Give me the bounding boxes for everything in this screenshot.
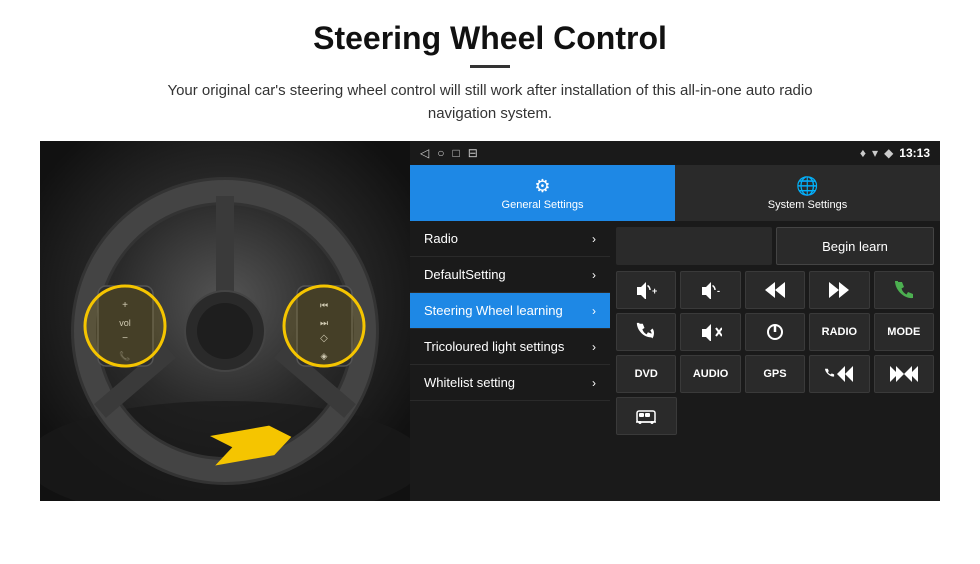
menu-item-radio-label: Radio (424, 231, 458, 246)
vol-up-button[interactable]: + (616, 271, 676, 309)
location-icon: ♦ (860, 146, 866, 160)
menu-item-whitelist-label: Whitelist setting (424, 375, 515, 390)
nav-home-icon[interactable]: ○ (437, 146, 444, 160)
android-panel: ◁ ○ □ ⊟ ♦ ▾ ◆ 13:13 ⚙ General Settings (410, 141, 940, 501)
menu-item-tricoloured-label: Tricoloured light settings (424, 339, 564, 354)
menu-item-tricoloured[interactable]: Tricoloured light settings › (410, 329, 610, 365)
menu-list: Radio › DefaultSetting › Steering Wheel … (410, 221, 610, 501)
tab-general[interactable]: ⚙ General Settings (410, 165, 675, 221)
menu-arrow-tricoloured: › (592, 340, 596, 354)
tabs-row: ⚙ General Settings 🌐 System Settings (410, 165, 940, 221)
vol-down-button[interactable]: - (680, 271, 740, 309)
general-settings-icon: ⚙ (534, 176, 550, 197)
controls-grid-row1: + - (616, 271, 934, 309)
dvd-button[interactable]: DVD (616, 355, 676, 393)
mute-button[interactable] (680, 313, 740, 351)
menu-item-default[interactable]: DefaultSetting › (410, 257, 610, 293)
system-settings-icon: 🌐 (796, 176, 818, 197)
controls-grid-row3: DVD AUDIO GPS (616, 355, 934, 393)
page-container: Steering Wheel Control Your original car… (0, 0, 980, 511)
tab-system[interactable]: 🌐 System Settings (675, 165, 940, 221)
gps-label: GPS (763, 368, 786, 380)
svg-text:+: + (652, 286, 657, 296)
main-area: Radio › DefaultSetting › Steering Wheel … (410, 221, 940, 501)
nav-menu-icon[interactable]: ⊟ (468, 146, 478, 160)
phone-prev-button[interactable] (809, 355, 869, 393)
menu-arrow-default: › (592, 268, 596, 282)
svg-text:-: - (717, 286, 720, 296)
menu-arrow-whitelist: › (592, 376, 596, 390)
radio-button[interactable]: RADIO (809, 313, 869, 351)
status-right: ♦ ▾ ◆ 13:13 (860, 146, 930, 160)
gps-button[interactable]: GPS (745, 355, 805, 393)
next-track-button[interactable] (809, 271, 869, 309)
tab-system-label: System Settings (768, 199, 847, 211)
prev-track-button[interactable] (745, 271, 805, 309)
prev-next-combo-button[interactable] (874, 355, 934, 393)
car-image-section: + vol − 📞 ⏮ ⏭ ◇ ◈ (40, 141, 410, 501)
title-section: Steering Wheel Control Your original car… (40, 20, 940, 125)
dvd-label: DVD (635, 368, 658, 380)
signal-icon: ▾ (872, 146, 878, 160)
status-bar: ◁ ○ □ ⊟ ♦ ▾ ◆ 13:13 (410, 141, 940, 165)
radio-label: RADIO (822, 326, 857, 338)
status-time: 13:13 (899, 146, 930, 160)
content-row: + vol − 📞 ⏮ ⏭ ◇ ◈ (40, 141, 940, 501)
menu-arrow-radio: › (592, 232, 596, 246)
empty-box (616, 227, 772, 265)
answer-call-button[interactable] (616, 313, 676, 351)
title-divider (470, 65, 510, 68)
controls-row-top: Begin learn (616, 227, 934, 265)
wifi-icon: ◆ (884, 146, 893, 160)
menu-item-radio[interactable]: Radio › (410, 221, 610, 257)
menu-arrow-steering: › (592, 304, 596, 318)
menu-item-steering[interactable]: Steering Wheel learning › (410, 293, 610, 329)
audio-label: AUDIO (693, 368, 728, 380)
nav-recent-icon[interactable]: □ (452, 146, 459, 160)
controls-row4 (616, 397, 934, 435)
power-button[interactable] (745, 313, 805, 351)
status-left: ◁ ○ □ ⊟ (420, 146, 478, 160)
mode-button[interactable]: MODE (874, 313, 934, 351)
mode-label: MODE (887, 326, 920, 338)
audio-button[interactable]: AUDIO (680, 355, 740, 393)
controls-area: Begin learn + - (610, 221, 940, 501)
controls-grid-row2: RADIO MODE (616, 313, 934, 351)
phone-call-button[interactable] (874, 271, 934, 309)
menu-item-steering-label: Steering Wheel learning (424, 303, 563, 318)
network-button[interactable] (616, 397, 677, 435)
menu-item-default-label: DefaultSetting (424, 267, 506, 282)
menu-item-whitelist[interactable]: Whitelist setting › (410, 365, 610, 401)
nav-back-icon[interactable]: ◁ (420, 146, 429, 160)
tab-general-label: General Settings (502, 199, 584, 211)
subtitle: Your original car's steering wheel contr… (140, 80, 840, 125)
page-title: Steering Wheel Control (40, 20, 940, 57)
begin-learn-button[interactable]: Begin learn (776, 227, 934, 265)
